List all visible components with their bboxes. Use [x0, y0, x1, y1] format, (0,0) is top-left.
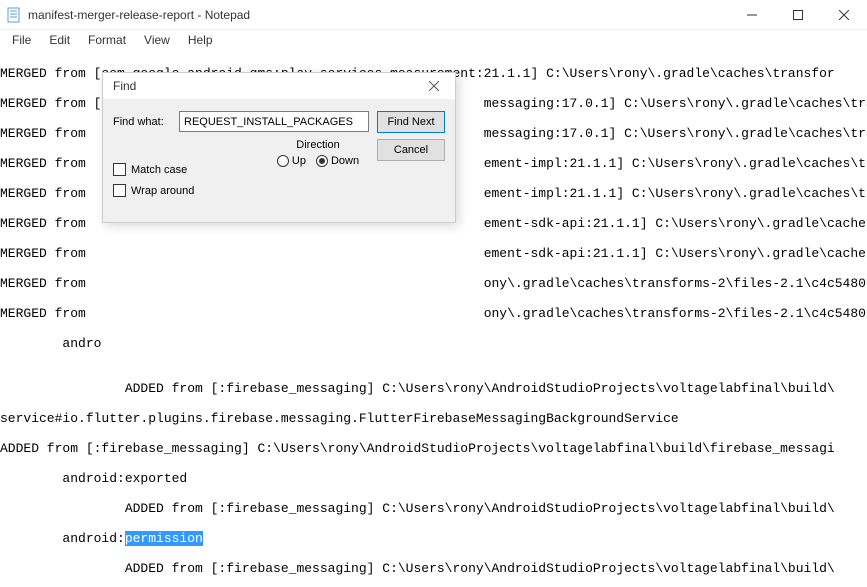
direction-down-radio[interactable]: Down: [316, 155, 359, 167]
titlebar: manifest-merger-release-report - Notepad: [0, 0, 867, 30]
checkbox-icon: [113, 184, 126, 197]
find-what-input[interactable]: [179, 111, 369, 132]
menu-view[interactable]: View: [136, 31, 178, 49]
wrap-around-checkbox[interactable]: Wrap around: [113, 184, 194, 197]
text-line: andro: [0, 336, 867, 351]
text-line: ADDED from [:firebase_messaging] C:\User…: [0, 561, 867, 576]
radio-icon: [277, 155, 289, 167]
maximize-button[interactable]: [775, 0, 821, 30]
checkbox-label: Match case: [131, 164, 187, 176]
text-line: ADDED from [:firebase_messaging] C:\User…: [0, 381, 867, 396]
text-line: MERGED from ony\.gradle\caches\transform…: [0, 306, 867, 321]
text-line: ADDED from [:firebase_messaging] C:\User…: [0, 501, 867, 516]
find-dialog-titlebar[interactable]: Find: [103, 73, 455, 99]
direction-up-radio[interactable]: Up: [277, 155, 306, 167]
menu-edit[interactable]: Edit: [41, 31, 78, 49]
checkbox-label: Wrap around: [131, 185, 194, 197]
menu-help[interactable]: Help: [180, 31, 221, 49]
menubar: File Edit Format View Help: [0, 30, 867, 50]
find-dialog: Find Find what: Find Next Cancel Directi…: [102, 72, 456, 223]
radio-label: Down: [331, 155, 359, 167]
match-case-checkbox[interactable]: Match case: [113, 163, 194, 176]
direction-group: Direction Up Down: [269, 139, 367, 167]
window-title: manifest-merger-release-report - Notepad: [28, 8, 729, 22]
find-close-button[interactable]: [419, 78, 449, 94]
notepad-icon: [6, 7, 22, 23]
text-line: android:permission: [0, 531, 867, 546]
find-next-button[interactable]: Find Next: [377, 111, 445, 133]
minimize-button[interactable]: [729, 0, 775, 30]
close-button[interactable]: [821, 0, 867, 30]
radio-label: Up: [292, 155, 306, 167]
direction-label: Direction: [269, 139, 367, 151]
text-line: MERGED from ony\.gradle\caches\transform…: [0, 276, 867, 291]
selected-text: permission: [125, 531, 203, 546]
text-line: MERGED from ement-sdk-api:21.1.1] C:\Use…: [0, 246, 867, 261]
find-what-label: Find what:: [113, 116, 169, 128]
text-line: ADDED from [:firebase_messaging] C:\User…: [0, 441, 867, 456]
checkbox-icon: [113, 163, 126, 176]
text-line: service#io.flutter.plugins.firebase.mess…: [0, 411, 867, 426]
window-controls: [729, 0, 867, 30]
text-line: android:exported: [0, 471, 867, 486]
cancel-button[interactable]: Cancel: [377, 139, 445, 161]
radio-icon: [316, 155, 328, 167]
menu-format[interactable]: Format: [80, 31, 134, 49]
find-dialog-title: Find: [113, 79, 419, 93]
menu-file[interactable]: File: [4, 31, 39, 49]
